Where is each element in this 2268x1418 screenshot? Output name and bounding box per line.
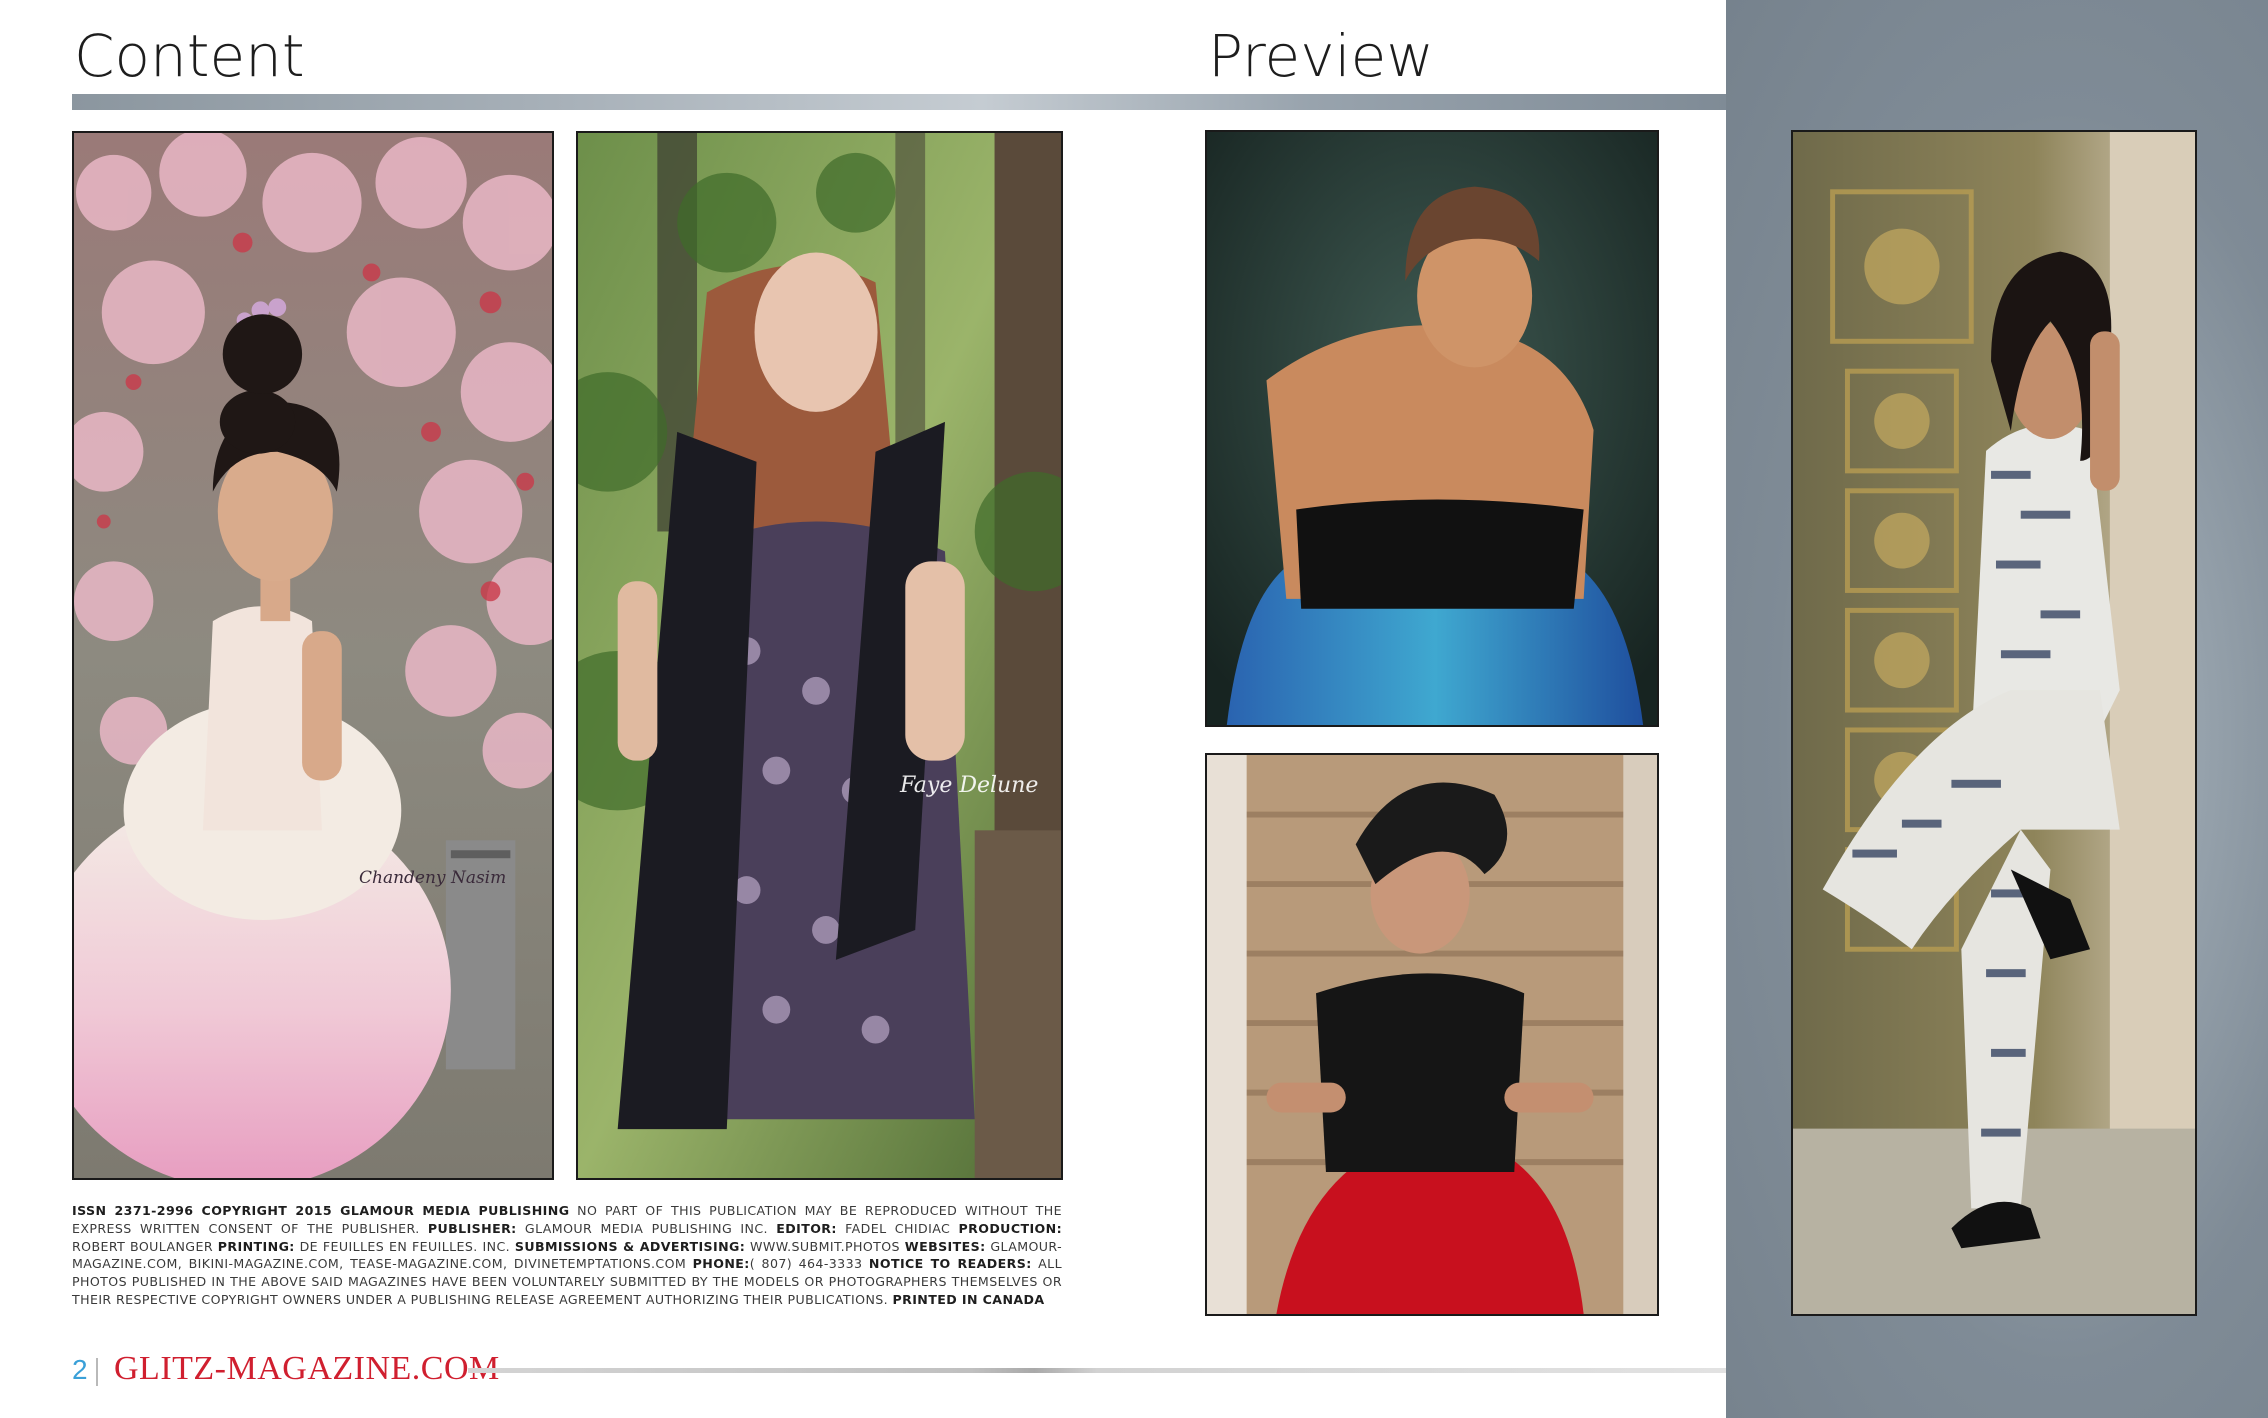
- colophon-submissions-label: SUBMISSIONS & ADVERTISING:: [514, 1238, 746, 1254]
- header-rule: [72, 94, 1726, 110]
- photo-woman-blue-tutu: [1205, 130, 1659, 727]
- photo-girl-pink-gown: Chandeny Nasim: [72, 131, 554, 1180]
- colophon-submissions: WWW.SUBMIT.PHOTOS: [745, 1238, 905, 1254]
- colophon-printing-label: PRINTING:: [217, 1238, 295, 1254]
- colophon-printed-in: PRINTED IN CANADA: [892, 1291, 1045, 1307]
- footer-brand-link[interactable]: GLITZ-MAGAZINE.COM: [114, 1350, 500, 1388]
- photo-woman-printed-jumpsuit: [1791, 130, 2197, 1316]
- colophon-notice-label: NOTICE TO READERS:: [868, 1256, 1032, 1272]
- preview-heading: Preview: [1208, 22, 1434, 90]
- colophon-production-label: PRODUCTION:: [958, 1220, 1063, 1236]
- colophon-publisher-label: PUBLISHER:: [427, 1220, 517, 1236]
- footer-rule: [468, 1368, 1726, 1373]
- colophon: ISSN 2371-2996 COPYRIGHT 2015 GLAMOUR ME…: [72, 1202, 1062, 1309]
- colophon-editor-label: EDITOR:: [776, 1220, 837, 1236]
- colophon-production: ROBERT BOULANGER: [72, 1238, 218, 1254]
- footer-separator: [96, 1358, 98, 1386]
- colophon-websites-label: WEBSITES:: [904, 1238, 986, 1254]
- colophon-publisher: GLAMOUR MEDIA PUBLISHING INC.: [516, 1220, 777, 1236]
- photographer-watermark-2: Faye Delune: [900, 773, 1039, 798]
- photo-woman-red-skirt: [1205, 753, 1659, 1316]
- page-number: 2: [72, 1354, 88, 1385]
- colophon-issn: ISSN 2371-2996 COPYRIGHT 2015 GLAMOUR ME…: [72, 1203, 570, 1218]
- colophon-printing: DE FEUILLES EN FEUILLES. INC.: [294, 1238, 515, 1254]
- photo-woman-forest: Faye Delune: [576, 131, 1063, 1180]
- content-heading: Content: [74, 22, 305, 90]
- colophon-phone-label: PHONE:: [692, 1256, 750, 1272]
- colophon-phone: ( 807) 464-3333: [749, 1256, 869, 1272]
- photographer-watermark-1: Chandeny Nasim: [359, 868, 507, 888]
- colophon-editor: FADEL CHIDIAC: [836, 1220, 959, 1236]
